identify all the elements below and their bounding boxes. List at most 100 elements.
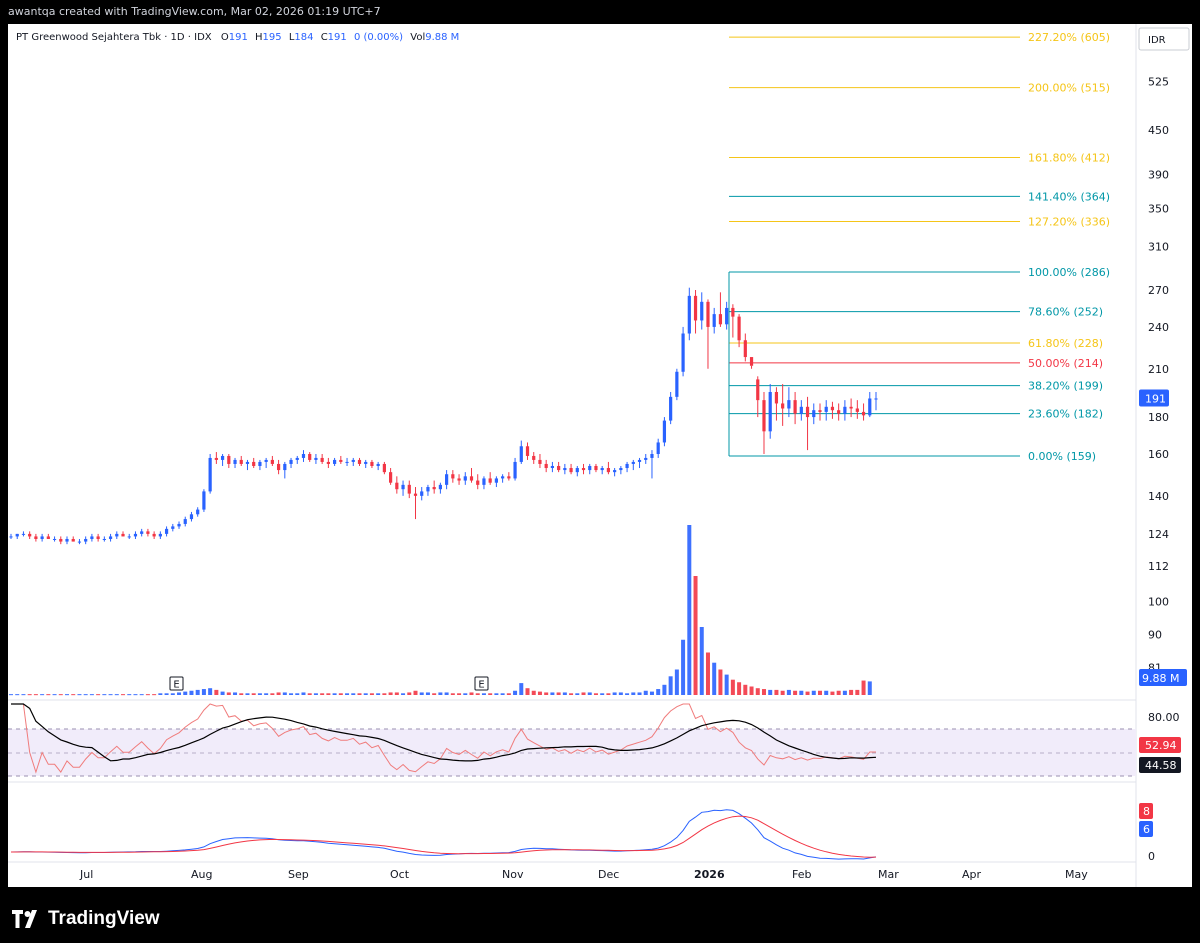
volume-bar [158,693,163,695]
candle-body [34,536,38,539]
fib-level-label-4: 127.20% (336) [1028,215,1110,228]
volume-bar [562,692,567,695]
currency-badge[interactable]: IDR [1138,27,1190,51]
volume-bar [600,693,605,695]
volume-bar [724,674,729,695]
candle-body [121,533,125,537]
candle-body [264,459,268,462]
candle-body [289,459,293,464]
candle-body [339,459,343,462]
volume-bar [388,692,393,695]
time-axis[interactable]: Jul Aug Sep Oct Nov Dec 2026 Feb Mar Apr May [79,868,1088,881]
price-tick-14: 90 [1148,628,1162,641]
rsi-value-badge: 52.94 [1145,739,1177,752]
fib-level-label-1: 200.00% (515) [1028,82,1110,95]
volume-bar [755,688,760,695]
volume-bar [338,693,343,695]
candle-body [513,461,517,479]
candle-body [220,455,225,460]
candle-body [849,406,853,409]
candle-body [389,472,393,483]
candle-body [158,533,162,537]
candle-body [693,295,698,321]
candle-body [637,459,642,462]
candle-body [488,478,492,483]
vol-label: Vol [410,32,425,43]
volume-bar [469,692,474,695]
volume-bar [612,692,617,695]
candle-body [687,295,691,334]
rsi-ma-value-badge: 44.58 [1145,759,1177,772]
price-tick-10: 140 [1148,490,1169,503]
candle-body [650,454,654,458]
fib-level-label-0: 227.20% (605) [1028,31,1110,44]
fibonacci-extension[interactable]: 227.20% (605) 200.00% (515) 161.80% (412) 1… [728,31,1110,463]
price-tick-3: 350 [1148,203,1169,216]
candle-body [768,391,772,432]
volume-bar [444,692,449,695]
volume-bar [811,690,816,695]
volume-bar [226,692,231,695]
candle-body [581,468,586,471]
candle-body [382,463,386,473]
candle-body [799,406,803,414]
candle-body [40,536,44,539]
volume-bar [413,690,418,695]
candle-body [625,463,629,469]
candle-body [532,455,536,460]
fib-level-label-10: 23.60% (182) [1028,408,1103,421]
time-tick-4: Nov [502,868,524,881]
candle-body [594,465,598,471]
volume-bar [656,689,661,695]
volume-bar [363,693,368,695]
volume-bar [799,690,804,695]
candle-body [494,478,498,483]
candle-body [214,457,218,460]
price-tick-8: 180 [1148,411,1169,424]
candle-body [376,463,380,466]
volume-bar [631,692,636,695]
time-tick-2: Sep [288,868,309,881]
candle-body [189,514,194,520]
price-tick-13: 100 [1148,595,1169,608]
price-tick-2: 390 [1148,169,1169,182]
candle-body [749,357,754,366]
volume-bar [867,681,872,695]
volume-bar [761,689,766,695]
price-tick-5: 270 [1148,284,1169,297]
candle-body [712,314,716,327]
candle-body [451,474,455,479]
volume-bar [513,690,518,695]
volume-bar [214,689,219,695]
candle-body [351,459,355,462]
volume-bar [295,693,300,695]
candle-body [837,410,841,414]
candle-body [314,457,318,460]
volume-bar [89,694,94,696]
candle-body [308,454,312,460]
symbol-legend[interactable]: PT Greenwood Sejahtera Tbk · 1D · IDX O1… [16,32,459,43]
candle-body [270,459,274,464]
volume-bar [9,694,13,696]
candle-body [874,398,878,400]
volume-bar [768,689,773,695]
candle-body [102,538,106,540]
volume-bar [849,689,854,695]
candle-body [793,400,797,414]
candle-body [127,536,131,538]
volume-bar [351,693,356,695]
earnings-markers[interactable]: E E [169,676,489,691]
price-tick-9: 160 [1148,448,1169,461]
candle-body [781,403,785,409]
tradingview-logo[interactable]: TradingView [12,908,160,930]
price-tick-1: 450 [1148,124,1169,137]
candle-body [196,509,200,515]
time-tick-5: Dec [598,868,619,881]
candle-body [252,461,256,466]
volume-bar [681,639,686,695]
chart-canvas[interactable]: 227.20% (605) 200.00% (515) 161.80% (412) 1… [8,24,1192,887]
chart-frame[interactable]: 227.20% (605) 200.00% (515) 161.80% (412) 1… [8,24,1192,887]
price-tick-7: 210 [1148,363,1169,376]
volume-bar [326,693,331,695]
last-volume-badge: 9.88 M [1142,672,1179,685]
